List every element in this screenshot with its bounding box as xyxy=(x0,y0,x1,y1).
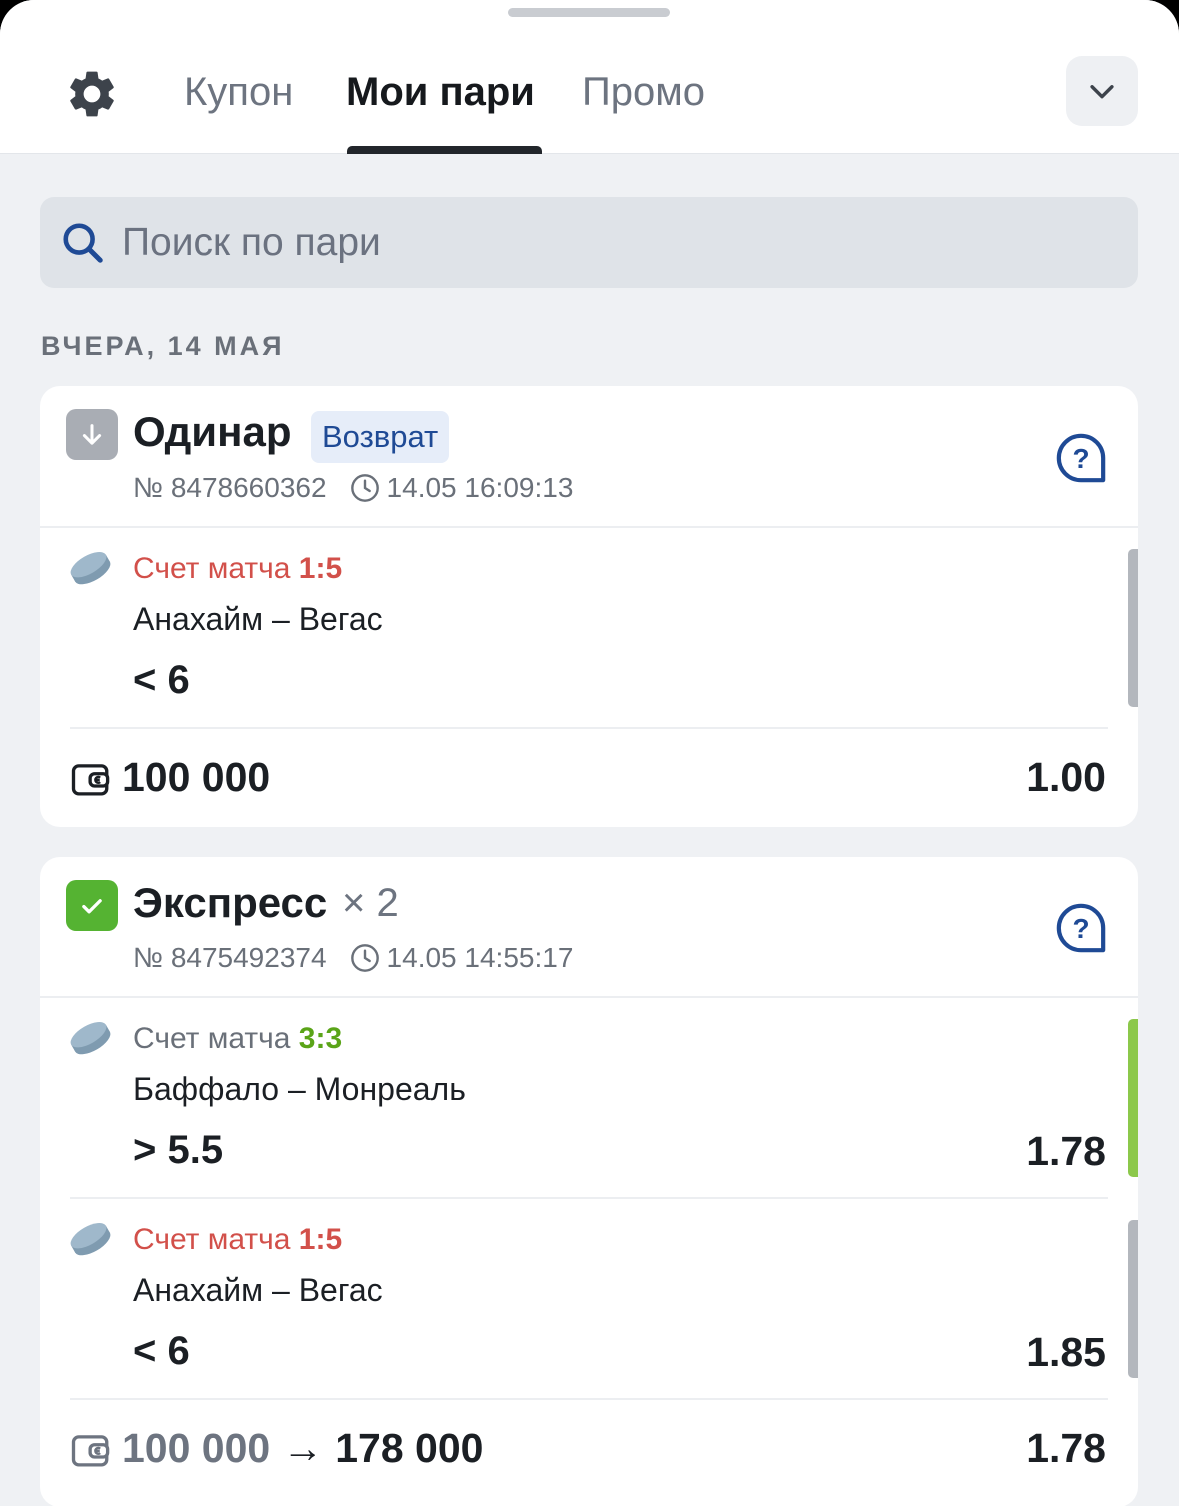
divider xyxy=(40,996,1138,998)
bet-card[interactable]: Экспресс × 2 № 8475492374 14.05 14:55:17… xyxy=(40,857,1138,1506)
bet-meta: № 8478660362 14.05 16:09:13 xyxy=(133,472,573,504)
status-tag: Возврат xyxy=(311,411,450,463)
divider xyxy=(70,727,1108,729)
selection-status-bar xyxy=(1128,549,1138,707)
total-odds: 1.78 xyxy=(1026,1425,1106,1471)
bet-stake: 100 000 xyxy=(122,754,271,800)
bet-outcome: < 6 xyxy=(133,658,190,702)
bet-outcome: < 6 xyxy=(133,1329,190,1373)
divider xyxy=(70,1197,1108,1199)
match-score: 3:3 xyxy=(298,1022,343,1055)
hockey-puck-icon xyxy=(70,1222,111,1256)
refund-status-badge xyxy=(66,409,118,460)
hockey-puck-icon xyxy=(70,1021,111,1055)
score-label: Счет матча 3:3 xyxy=(133,1022,343,1055)
tab-promo[interactable]: Промо xyxy=(582,66,705,118)
match-teams: Баффало – Монреаль xyxy=(133,1071,466,1107)
header: Купон Мои пари Промо xyxy=(0,0,1179,154)
match-score: 1:5 xyxy=(298,1223,343,1256)
selection-status-bar xyxy=(1128,1019,1138,1177)
bets-sheet: Купон Мои пари Промо ВЧЕРА, 14 МАЯ Одина… xyxy=(0,0,1179,1506)
divider xyxy=(40,526,1138,528)
arrow-right-icon: → xyxy=(282,1425,324,1471)
svg-text:?: ? xyxy=(1072,913,1089,944)
gear-icon[interactable] xyxy=(64,66,120,122)
tab-coupon[interactable]: Купон xyxy=(184,66,293,118)
help-icon[interactable]: ? xyxy=(1053,900,1109,956)
bet-card[interactable]: Одинар Возврат № 8478660362 14.05 16:09:… xyxy=(40,386,1138,827)
won-status-badge xyxy=(66,880,118,931)
bet-meta: № 8475492374 14.05 14:55:17 xyxy=(133,942,573,974)
svg-text:?: ? xyxy=(1072,443,1089,474)
date-header: ВЧЕРА, 14 МАЯ xyxy=(41,331,285,361)
selection-status-bar xyxy=(1128,1220,1138,1378)
bet-number: № 8478660362 xyxy=(133,472,327,503)
sheet-grabber[interactable] xyxy=(508,8,670,17)
bet-datetime: 14.05 14:55:17 xyxy=(386,942,574,973)
search-input[interactable] xyxy=(122,197,1112,288)
match-teams: Анахайм – Вегас xyxy=(133,1272,383,1308)
selection-count: × 2 xyxy=(342,881,399,925)
bet-datetime: 14.05 16:09:13 xyxy=(386,472,574,503)
search-icon xyxy=(63,223,103,263)
clock-icon xyxy=(350,474,379,502)
bet-outcome: > 5.5 xyxy=(133,1128,224,1172)
divider xyxy=(70,1398,1108,1400)
hockey-puck-icon xyxy=(70,551,111,585)
match-teams: Анахайм – Вегас xyxy=(133,601,383,637)
wallet-icon xyxy=(71,1435,110,1467)
collapse-button[interactable] xyxy=(1066,56,1138,126)
arrow-down-icon xyxy=(82,423,102,445)
check-icon xyxy=(82,898,102,913)
selection-odds: 1.85 xyxy=(1026,1329,1106,1375)
match-score: 1:5 xyxy=(298,552,343,585)
clock-icon xyxy=(350,944,379,972)
stake-payout-row: 100 000 → 178 000 xyxy=(122,1425,483,1472)
bet-type: Одинар xyxy=(133,408,292,455)
chevron-down-icon xyxy=(1090,85,1114,99)
bet-stake: 100 000 xyxy=(122,1425,271,1471)
score-label: Счет матча 1:5 xyxy=(133,1223,343,1256)
bet-type: Экспресс xyxy=(133,879,328,926)
bet-payout: 178 000 xyxy=(335,1425,484,1471)
wallet-icon xyxy=(71,764,110,796)
score-label: Счет матча 1:5 xyxy=(133,552,343,585)
total-odds: 1.00 xyxy=(1026,754,1106,800)
selection-odds: 1.78 xyxy=(1026,1128,1106,1174)
help-icon[interactable]: ? xyxy=(1053,430,1109,486)
active-tab-indicator xyxy=(347,146,542,154)
bet-number: № 8475492374 xyxy=(133,942,327,973)
tab-my-bets[interactable]: Мои пари xyxy=(346,66,535,118)
search-bar[interactable] xyxy=(40,197,1138,288)
